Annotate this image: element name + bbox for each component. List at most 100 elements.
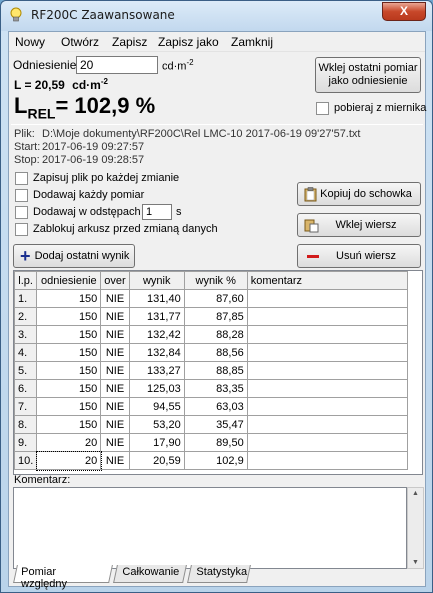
cell-result-pct[interactable]: 83,35	[183, 379, 248, 398]
cell-lp[interactable]: 1.	[13, 289, 38, 308]
tab-relative-measurement[interactable]: Pomiar względny	[13, 565, 113, 590]
table-row[interactable]: 6. 150 NIE 125,03 83,35	[13, 379, 408, 398]
menu-save[interactable]: Zapisz	[112, 35, 147, 49]
paste-reference-button[interactable]: Wklej ostatni pomiar jako odniesienie	[315, 57, 421, 93]
table-row[interactable]: 5. 150 NIE 133,27 88,85	[13, 361, 408, 380]
cell-lp[interactable]: 7.	[13, 397, 38, 416]
header-result[interactable]: wynik	[128, 271, 185, 290]
header-comment[interactable]: komentarz	[246, 271, 408, 290]
menu-new[interactable]: Nowy	[15, 35, 45, 49]
table-row[interactable]: 4. 150 NIE 132,84 88,56	[13, 343, 408, 362]
cell-result-pct[interactable]: 63,03	[183, 397, 248, 416]
cell-result[interactable]: 125,03	[128, 379, 185, 398]
table-row[interactable]: 1. 150 NIE 131,40 87,60	[13, 289, 408, 308]
cell-comment[interactable]	[246, 451, 408, 470]
cell-over[interactable]: NIE	[100, 451, 130, 470]
cell-lp[interactable]: 3.	[13, 325, 38, 344]
header-lp[interactable]: l.p.	[13, 271, 38, 290]
cell-reference[interactable]: 150	[36, 379, 102, 398]
cell-comment[interactable]	[246, 433, 408, 452]
paste-row-button[interactable]: Wklej wiersz	[297, 213, 421, 237]
cell-result-pct[interactable]: 88,28	[183, 325, 248, 344]
cell-reference[interactable]: 150	[36, 415, 102, 434]
scroll-up-icon[interactable]: ▲	[412, 490, 419, 497]
cell-lp[interactable]: 5.	[13, 361, 38, 380]
cell-comment[interactable]	[246, 379, 408, 398]
cell-reference[interactable]: 150	[36, 361, 102, 380]
cell-over[interactable]: NIE	[100, 379, 130, 398]
cell-result[interactable]: 131,77	[128, 307, 185, 326]
cell-over[interactable]: NIE	[100, 397, 130, 416]
cell-comment[interactable]	[246, 307, 408, 326]
cell-result-pct[interactable]: 88,85	[183, 361, 248, 380]
table-row[interactable]: 2. 150 NIE 131,77 87,85	[13, 307, 408, 326]
menu-open[interactable]: Otwórz	[61, 35, 99, 49]
cell-result[interactable]: 133,27	[128, 361, 185, 380]
cell-over[interactable]: NIE	[100, 289, 130, 308]
cell-reference[interactable]: 150	[36, 325, 102, 344]
interval-input[interactable]: 1	[142, 204, 172, 220]
cell-result[interactable]: 94,55	[128, 397, 185, 416]
cell-reference[interactable]: 150	[36, 307, 102, 326]
table-row[interactable]: 10. 20 NIE 20,59 102,9	[13, 450, 408, 471]
fetch-from-meter-checkbox[interactable]	[316, 102, 329, 115]
cell-result-pct[interactable]: 88,56	[183, 343, 248, 362]
cell-reference[interactable]: 150	[36, 289, 102, 308]
add-each-checkbox[interactable]	[15, 189, 28, 202]
cell-comment[interactable]	[246, 289, 408, 308]
header-over[interactable]: over	[100, 271, 130, 290]
cell-result[interactable]: 53,20	[128, 415, 185, 434]
comment-scrollbar[interactable]: ▲ ▼	[407, 487, 424, 569]
cell-reference[interactable]: 150	[36, 397, 102, 416]
cell-comment[interactable]	[246, 415, 408, 434]
table-row[interactable]: 7. 150 NIE 94,55 63,03	[13, 397, 408, 416]
table-row[interactable]: 8. 150 NIE 53,20 35,47	[13, 415, 408, 434]
cell-comment[interactable]	[246, 325, 408, 344]
copy-to-clipboard-button[interactable]: Kopiuj do schowka	[297, 182, 421, 206]
tab-integration[interactable]: Całkowanie	[113, 565, 187, 583]
reference-input[interactable]: 20	[76, 56, 158, 74]
table-row[interactable]: 9. 20 NIE 17,90 89,50	[13, 433, 408, 452]
cell-result[interactable]: 17,90	[128, 433, 185, 452]
cell-over[interactable]: NIE	[100, 307, 130, 326]
cell-result-pct[interactable]: 87,60	[183, 289, 248, 308]
cell-lp[interactable]: 2.	[13, 307, 38, 326]
delete-row-button[interactable]: Usuń wiersz	[297, 244, 421, 268]
menu-close[interactable]: Zamknij	[231, 35, 273, 49]
cell-over[interactable]: NIE	[100, 361, 130, 380]
cell-over[interactable]: NIE	[100, 343, 130, 362]
cell-lp[interactable]: 9.	[13, 433, 38, 452]
cell-result-pct[interactable]: 35,47	[183, 415, 248, 434]
cell-result[interactable]: 132,42	[128, 325, 185, 344]
results-grid[interactable]: l.p. odniesienie over wynik wynik % kome…	[13, 270, 423, 475]
cell-lp[interactable]: 10.	[13, 451, 38, 470]
cell-result-pct[interactable]: 102,9	[183, 451, 248, 470]
cell-lp[interactable]: 8.	[13, 415, 38, 434]
cell-comment[interactable]	[246, 361, 408, 380]
tab-statistics[interactable]: Statystyka	[187, 565, 251, 583]
cell-lp[interactable]: 4.	[13, 343, 38, 362]
scroll-down-icon[interactable]: ▼	[412, 559, 419, 566]
title-bar[interactable]: RF200C Zaawansowane X	[1, 1, 432, 31]
add-last-result-button[interactable]: + Dodaj ostatni wynik	[13, 244, 135, 268]
cell-comment[interactable]	[246, 397, 408, 416]
cell-reference[interactable]: 150	[36, 343, 102, 362]
comment-textarea[interactable]	[13, 487, 407, 569]
cell-result-pct[interactable]: 89,50	[183, 433, 248, 452]
cell-over[interactable]: NIE	[100, 433, 130, 452]
cell-result-pct[interactable]: 87,85	[183, 307, 248, 326]
lock-sheet-checkbox[interactable]	[15, 223, 28, 236]
cell-reference[interactable]: 20	[36, 433, 102, 452]
cell-result[interactable]: 131,40	[128, 289, 185, 308]
header-result-pct[interactable]: wynik %	[183, 271, 248, 290]
cell-result[interactable]: 20,59	[128, 451, 185, 470]
cell-comment[interactable]	[246, 343, 408, 362]
add-interval-checkbox[interactable]	[15, 206, 28, 219]
save-each-change-checkbox[interactable]	[15, 172, 28, 185]
header-reference[interactable]: odniesienie	[36, 271, 102, 290]
cell-reference[interactable]: 20	[35, 450, 102, 471]
cell-over[interactable]: NIE	[100, 415, 130, 434]
table-row[interactable]: 3. 150 NIE 132,42 88,28	[13, 325, 408, 344]
cell-result[interactable]: 132,84	[128, 343, 185, 362]
close-button[interactable]: X	[382, 2, 426, 21]
